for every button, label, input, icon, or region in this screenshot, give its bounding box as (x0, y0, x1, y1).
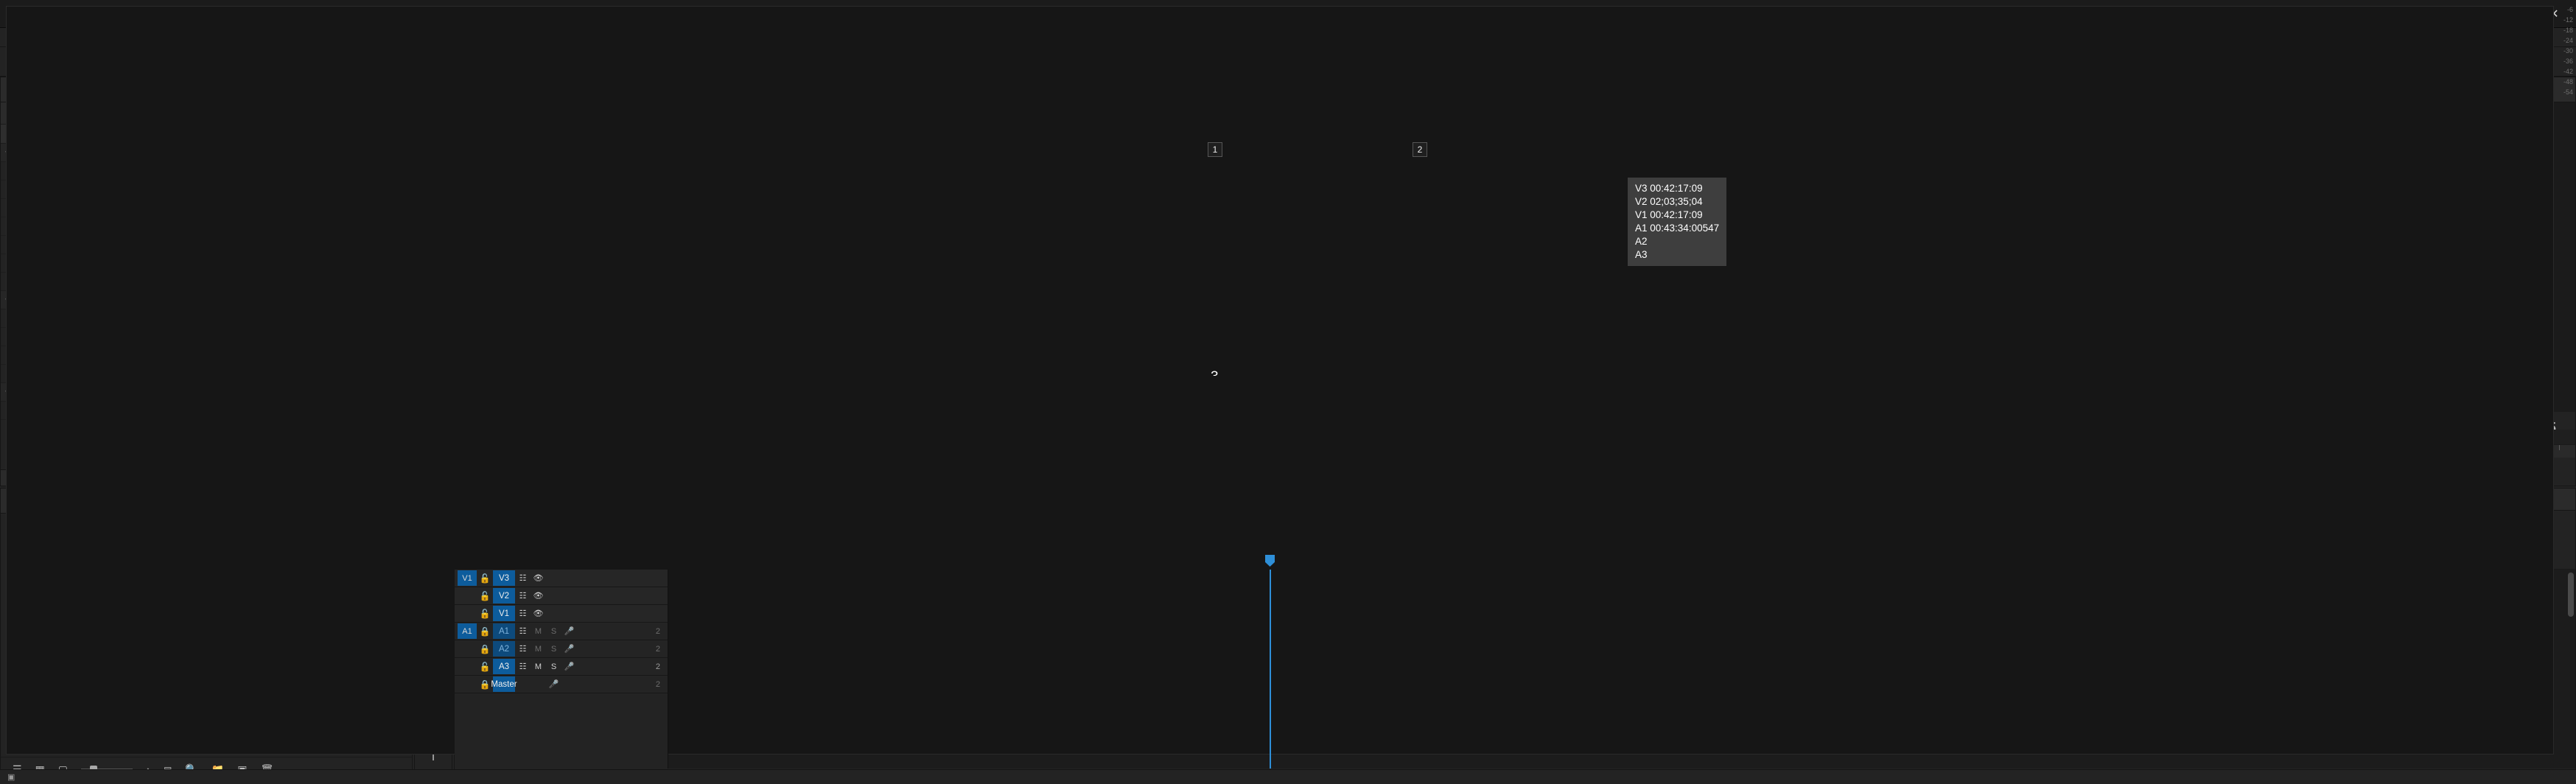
source-patch-A1[interactable]: A1 (458, 623, 477, 639)
meter-scale-label: -54 (2563, 88, 2573, 96)
sync-lock-icon[interactable]: ☷ (515, 591, 531, 601)
source-patch-none[interactable] (458, 641, 477, 657)
track-header-a3[interactable]: 🔓 A3 ☷ M S 🎤 2 (455, 658, 668, 676)
channel-count: 2 (655, 626, 660, 636)
lock-icon[interactable]: 🔓 (477, 573, 493, 584)
track-header-v3[interactable]: V1 🔓 V3 ☷ 👁 (455, 570, 668, 587)
quadrant-badge-1: 1 (1208, 142, 1222, 157)
lock-icon[interactable]: 🔒 (477, 626, 493, 637)
drop-frame-icon[interactable]: ▣ (7, 772, 15, 782)
sync-lock-icon[interactable]: ☷ (515, 573, 531, 583)
meter-scale-label: -36 (2563, 57, 2573, 65)
ruler-tick (2559, 445, 2560, 450)
sync-lock-icon[interactable]: ☷ (515, 626, 531, 636)
voiceover-icon[interactable]: 🎤 (561, 626, 577, 636)
track-header-v1[interactable]: 🔓 V1 ☷ 👁 (455, 605, 668, 623)
source-patch-V1[interactable]: V1 (458, 570, 477, 586)
mute-button[interactable]: M (531, 627, 546, 636)
sync-lock-icon[interactable]: ☷ (515, 609, 531, 618)
meter-scale-label: -48 (2563, 78, 2573, 85)
source-patch-none[interactable] (458, 676, 477, 692)
mute-button[interactable]: M (531, 645, 546, 654)
sync-lock-icon[interactable]: ☷ (515, 662, 531, 671)
track-name-v3[interactable]: V3 (493, 570, 515, 586)
mute-button[interactable]: M (531, 662, 546, 671)
quadrant-number-label: 3 (1211, 369, 1219, 376)
solo-button[interactable]: S (546, 645, 561, 654)
track-name-a3[interactable]: A3 (493, 659, 515, 674)
meter-scale-label: -18 (2563, 27, 2573, 34)
solo-button[interactable]: S (546, 627, 561, 636)
premiere-pro-window: Pr Adobe Premiere Pro CC 2018 - D:\NNT A… (0, 0, 2576, 784)
track-header-a1[interactable]: A1 🔒 A1 ☷ M S 🎤 2 (455, 623, 668, 640)
track-name-a2[interactable]: A2 (493, 641, 515, 657)
track-header-master[interactable]: 🔒 Master 🎤 2 (455, 676, 668, 693)
channel-count: 2 (655, 679, 660, 689)
track-header-v2[interactable]: 🔓 V2 ☷ 👁 (455, 587, 668, 605)
status-bar: ▣ (0, 769, 2576, 784)
voiceover-icon[interactable]: 🎤 (546, 679, 561, 689)
voiceover-icon[interactable]: 🎤 (561, 644, 577, 654)
channel-count: 2 (655, 644, 660, 654)
meter-scale-label: -42 (2563, 68, 2573, 75)
track-name-a1[interactable]: A1 (493, 623, 515, 639)
lock-icon[interactable]: 🔓 (477, 591, 493, 601)
audio-meters-panel: -6 -12 -18 -24 -30 -36 -42 -48 -54 (0, 6, 2573, 755)
quadrant-badge-2: 2 (1413, 142, 1427, 157)
lock-icon[interactable]: 🔓 (477, 609, 493, 619)
eye-icon[interactable]: 👁 (531, 591, 546, 601)
channel-count: 2 (655, 662, 660, 671)
source-patch-none[interactable] (458, 659, 477, 674)
audio-meter-scale: -6 -12 -18 -24 -30 -36 -42 -48 -54 (2563, 4, 2573, 97)
meter-scale-label: -24 (2563, 37, 2573, 44)
timeline-vertical-scrollbar[interactable] (2568, 573, 2574, 617)
eye-icon[interactable]: 👁 (531, 609, 546, 618)
meter-scale-label: -12 (2563, 16, 2573, 24)
eye-icon[interactable]: 👁 (531, 573, 546, 583)
track-name-v2[interactable]: V2 (493, 588, 515, 603)
lock-icon[interactable]: 🔓 (477, 662, 493, 672)
source-patch-none[interactable] (458, 588, 477, 603)
track-headers: V1 🔓 V3 ☷ 👁 🔓 V2 ☷ 👁 🔓 V1 ☷ 👁 A1 🔒 A1 ☷ M S 🎤 2 🔒 A2 ☷ M S 🎤 2 🔓 A3 ☷ M… (455, 570, 668, 769)
meter-scale-label: -30 (2563, 47, 2573, 55)
source-patch-none[interactable] (458, 606, 477, 621)
playhead-line (1270, 570, 1271, 769)
timecode-overlay: V3 00:42:17:09 V2 02;03;35;04 V1 00:42:1… (1628, 178, 1727, 266)
track-name-v1[interactable]: V1 (493, 606, 515, 621)
voiceover-icon[interactable]: 🎤 (561, 662, 577, 671)
sync-lock-icon[interactable]: ☷ (515, 644, 531, 654)
audio-meter-display (6, 6, 2554, 755)
track-name-master[interactable]: Master (491, 676, 517, 692)
meter-scale-label: -6 (2566, 6, 2573, 13)
track-header-a2[interactable]: 🔒 A2 ☷ M S 🎤 2 (455, 640, 668, 658)
solo-button[interactable]: S (546, 662, 561, 671)
lock-icon[interactable]: 🔒 (477, 644, 493, 654)
